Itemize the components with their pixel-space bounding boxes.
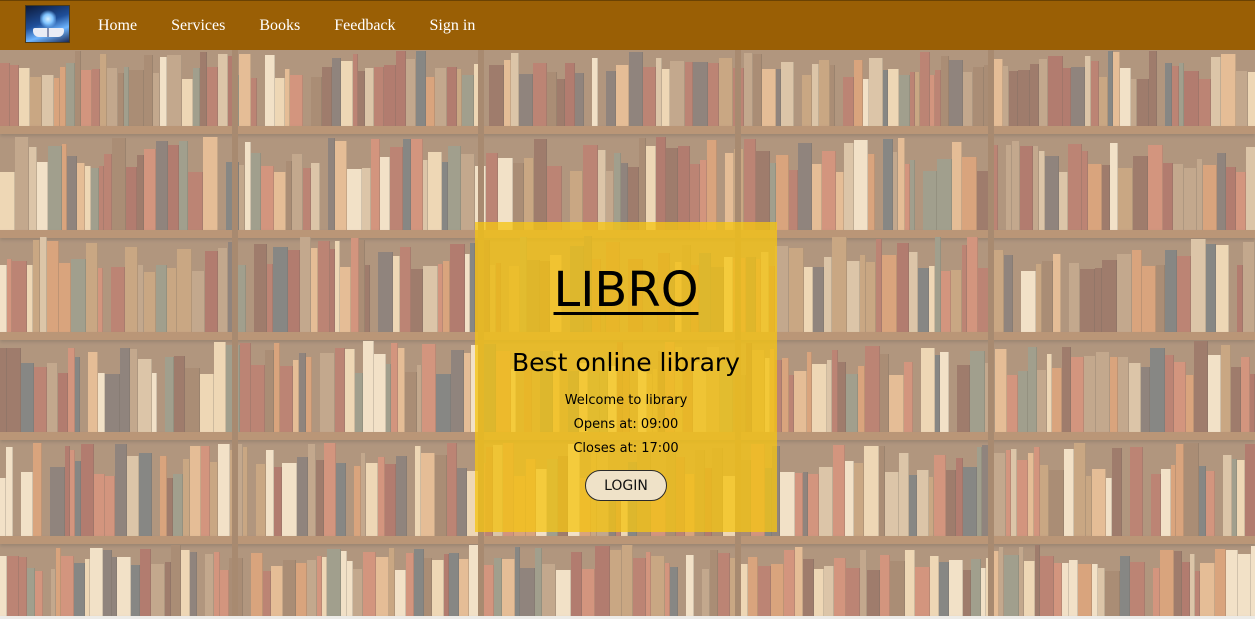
nav-services-link[interactable]: Services	[171, 17, 225, 35]
nav-signin-link[interactable]: Sign in	[430, 17, 476, 35]
navbar: Home Services Books Feedback Sign in	[0, 0, 1255, 50]
nav-links: Home Services Books Feedback Sign in	[98, 1, 509, 51]
nav-books-link[interactable]: Books	[259, 17, 300, 35]
library-logo-icon[interactable]	[25, 5, 70, 43]
hero-card: LIBRO Best online library Welcome to lib…	[475, 222, 777, 532]
nav-feedback-link[interactable]: Feedback	[334, 17, 395, 35]
brand-title: LIBRO	[553, 262, 699, 318]
opening-time: Opens at: 09:00	[573, 417, 679, 432]
closing-time: Closes at: 17:00	[573, 441, 679, 456]
tagline: Best online library	[512, 348, 740, 377]
welcome-text: Welcome to library	[564, 393, 688, 408]
login-button[interactable]: LOGIN	[585, 470, 667, 501]
nav-home-link[interactable]: Home	[98, 17, 137, 35]
